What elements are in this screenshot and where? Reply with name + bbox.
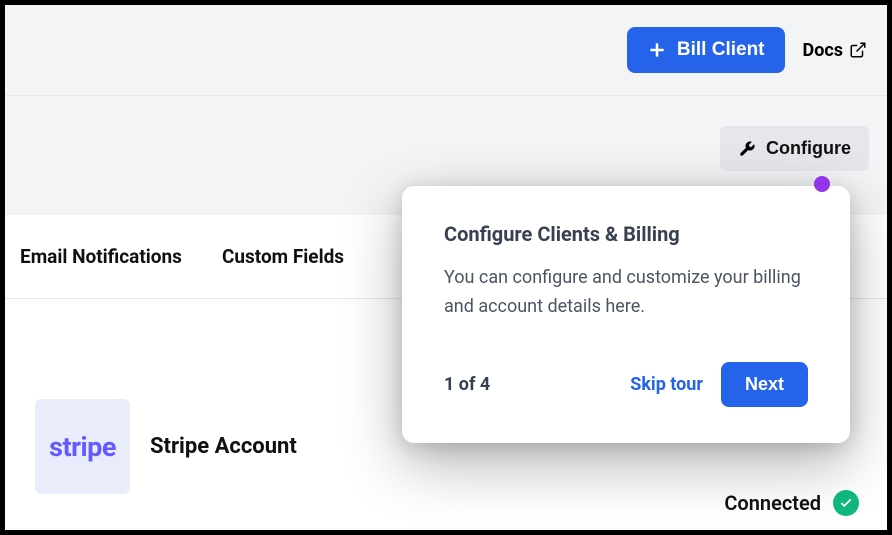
plus-icon [647,40,667,60]
tab-email-notifications[interactable]: Email Notifications [20,245,182,268]
top-header: Bill Client Docs [5,5,887,95]
tour-body: You can configure and customize your bil… [444,264,808,322]
check-icon [839,496,853,510]
bill-client-label: Bill Client [677,39,765,61]
next-button[interactable]: Next [721,362,808,407]
connection-status: Connected [724,490,859,516]
wrench-icon [738,140,756,158]
docs-link[interactable]: Docs [803,40,867,61]
stripe-logo-text: stripe [49,431,116,463]
tour-actions: Skip tour Next [630,362,808,407]
bill-client-button[interactable]: Bill Client [627,27,785,73]
check-circle-icon [833,490,859,516]
tab-custom-fields[interactable]: Custom Fields [222,245,344,268]
configure-label: Configure [766,138,851,159]
external-link-icon [849,41,867,59]
stripe-logo: stripe [35,399,130,494]
stripe-account-title: Stripe Account [150,434,297,459]
skip-tour-button[interactable]: Skip tour [630,374,703,395]
configure-button[interactable]: Configure [720,126,869,171]
tour-title: Configure Clients & Billing [444,222,808,246]
tour-step-count: 1 of 4 [444,374,490,395]
docs-label: Docs [803,40,843,61]
tour-popover: Configure Clients & Billing You can conf… [402,186,850,443]
tour-indicator-dot [814,176,830,192]
tour-footer: 1 of 4 Skip tour Next [444,362,808,407]
connected-label: Connected [724,491,821,515]
